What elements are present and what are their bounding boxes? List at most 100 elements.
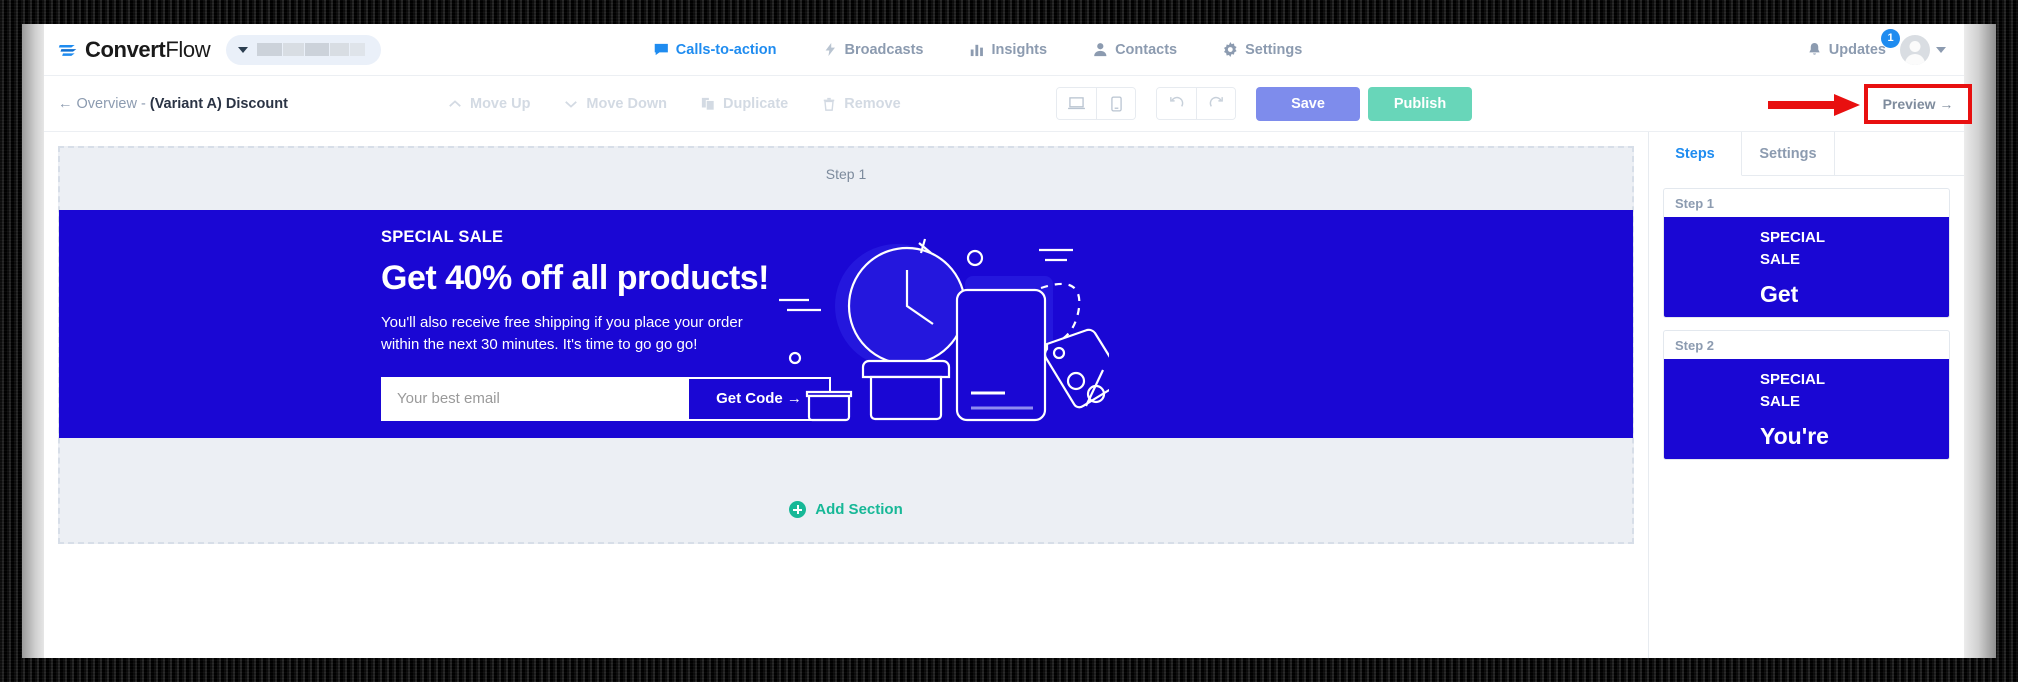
updates-label: Updates: [1828, 41, 1886, 58]
preview-button-highlight: Preview →: [1864, 84, 1972, 124]
cta-headline: Get 40% off all products!: [381, 258, 770, 297]
cta-subcopy: You'll also receive free shipping if you…: [381, 313, 743, 354]
nav-label-settings: Settings: [1245, 41, 1303, 58]
redo-button[interactable]: [1196, 88, 1235, 119]
desktop-icon: [1068, 97, 1085, 110]
logo-wordmark: ConvertFlow: [85, 36, 211, 63]
main-navigation: Calls-to-action Broadcasts Insights Cont…: [654, 41, 1302, 58]
trash-icon: [824, 97, 835, 111]
updates-badge: 1: [1881, 28, 1900, 48]
preview-button[interactable]: Preview →: [1883, 96, 1954, 112]
remove-label: Remove: [844, 95, 901, 112]
editor-body: Step 1 SPECIAL SALE Get 40% off all prod…: [44, 132, 1964, 658]
left-gutter: [22, 24, 44, 658]
email-input[interactable]: [383, 378, 689, 419]
cta-text-block: SPECIAL SALE Get 40% off all products! Y…: [59, 227, 831, 421]
chevron-down-icon: [565, 100, 578, 108]
gear-icon: [1224, 42, 1237, 57]
tab-settings[interactable]: Settings: [1742, 132, 1835, 176]
cta-section[interactable]: SPECIAL SALE Get 40% off all products! Y…: [59, 210, 1633, 438]
save-button[interactable]: Save: [1256, 86, 1360, 121]
avatar: [1900, 34, 1930, 65]
bar-chart-icon: [970, 44, 983, 57]
breadcrumb-back-link[interactable]: ← Overview: [58, 96, 137, 112]
step-card[interactable]: Step 2 SPECIAL SALE You're: [1663, 330, 1950, 460]
mobile-view-button[interactable]: [1096, 88, 1135, 119]
plus-circle-icon: [789, 501, 807, 518]
right-panel: Steps Settings Step 1 SPECIAL SALE Get S…: [1648, 132, 1964, 658]
tab-steps[interactable]: Steps: [1649, 132, 1742, 176]
nav-item-calls-to-action[interactable]: Calls-to-action: [654, 41, 777, 58]
cta-illustration: [779, 210, 1119, 438]
top-navigation-right: Updates 1: [1807, 28, 1964, 65]
duplicate-button[interactable]: Duplicate: [701, 96, 788, 112]
move-up-button[interactable]: Move Up: [448, 96, 530, 112]
step-thumb-headline: Get: [1760, 280, 1799, 307]
duplicate-label: Duplicate: [722, 95, 789, 112]
device-preview-toggle: [1056, 87, 1136, 120]
cta-form: Get Code →: [381, 376, 831, 421]
person-icon: [1094, 43, 1107, 57]
nav-item-insights[interactable]: Insights: [969, 42, 1047, 58]
logo-word-convert: Convert: [85, 36, 166, 62]
element-actions: Move Up Move Down Duplicate Remove: [448, 96, 901, 112]
nav-label-broadcasts: Broadcasts: [844, 41, 924, 58]
chevron-up-icon: [449, 99, 461, 107]
panel-tabs: Steps Settings: [1649, 132, 1964, 176]
updates-button[interactable]: Updates 1: [1807, 28, 1900, 58]
convertflow-wing-logo-icon: [58, 44, 77, 56]
logo-word-flow: Flow: [165, 36, 211, 62]
top-navigation-bar: ConvertFlow Calls-to-action Broadcasts I…: [44, 24, 1964, 76]
step-thumbnail: SPECIAL SALE Get: [1664, 217, 1949, 317]
steps-list: Step 1 SPECIAL SALE Get Step 2 SPECIAL S…: [1649, 176, 1964, 472]
redacted-site-name: [257, 43, 366, 56]
speech-bubble-icon: [654, 43, 668, 56]
step-thumb-headline: You're: [1760, 422, 1829, 449]
canvas-step-label: Step 1: [825, 166, 867, 182]
publish-button[interactable]: Publish: [1368, 86, 1472, 121]
step-thumb-eyebrow: SPECIAL SALE: [1760, 371, 1825, 410]
bell-icon: [1809, 42, 1820, 55]
step-card-title: Step 1: [1675, 195, 1715, 211]
annotation-red-arrow: [1768, 94, 1860, 116]
nav-item-settings[interactable]: Settings: [1223, 42, 1302, 58]
nav-label-calls-to-action: Calls-to-action: [675, 41, 777, 58]
breadcrumb-separator: -: [136, 95, 150, 112]
undo-icon: [1170, 96, 1184, 107]
convertflow-logo[interactable]: ConvertFlow: [58, 36, 211, 63]
clock-phone-pricetag-illustration: [779, 238, 1109, 422]
lightning-bolt-icon: [825, 42, 835, 57]
step-thumb-eyebrow: SPECIAL SALE: [1760, 229, 1825, 268]
cta-eyebrow: SPECIAL SALE: [381, 227, 504, 246]
account-menu[interactable]: [1900, 34, 1946, 65]
copy-icon: [701, 97, 715, 111]
desktop-view-button[interactable]: [1057, 88, 1096, 119]
breadcrumb: ← Overview - (Variant A) Discount: [58, 96, 288, 112]
step-card-title: Step 2: [1675, 337, 1715, 353]
convertflow-app-window: ConvertFlow Calls-to-action Broadcasts I…: [22, 24, 1996, 658]
mobile-icon: [1110, 95, 1122, 112]
history-controls: [1156, 87, 1236, 120]
step-thumbnail: SPECIAL SALE You're: [1664, 359, 1949, 459]
move-down-label: Move Down: [586, 95, 667, 112]
add-section-label: Add Section: [815, 501, 903, 518]
remove-button[interactable]: Remove: [822, 95, 901, 112]
move-down-button[interactable]: Move Down: [564, 96, 667, 112]
add-section-button[interactable]: Add Section: [60, 501, 1632, 518]
panel-tabs-filler: [1835, 132, 1964, 176]
move-up-label: Move Up: [470, 95, 531, 112]
nav-item-contacts[interactable]: Contacts: [1093, 42, 1177, 58]
nav-item-broadcasts[interactable]: Broadcasts: [822, 42, 923, 58]
nav-label-insights: Insights: [991, 41, 1048, 58]
chevron-down-icon: [1936, 46, 1946, 53]
canvas-column: Step 1 SPECIAL SALE Get 40% off all prod…: [44, 132, 1648, 658]
breadcrumb-current: (Variant A) Discount: [149, 95, 288, 112]
nav-label-contacts: Contacts: [1115, 41, 1178, 58]
editor-toolbar: ← Overview - (Variant A) Discount Move U…: [44, 76, 1972, 132]
chevron-down-icon: [238, 46, 249, 53]
redo-icon: [1209, 96, 1223, 107]
step-card[interactable]: Step 1 SPECIAL SALE Get: [1663, 188, 1950, 318]
undo-button[interactable]: [1157, 88, 1196, 119]
step-canvas[interactable]: Step 1 SPECIAL SALE Get 40% off all prod…: [58, 146, 1634, 544]
site-selector-dropdown[interactable]: [226, 34, 382, 65]
